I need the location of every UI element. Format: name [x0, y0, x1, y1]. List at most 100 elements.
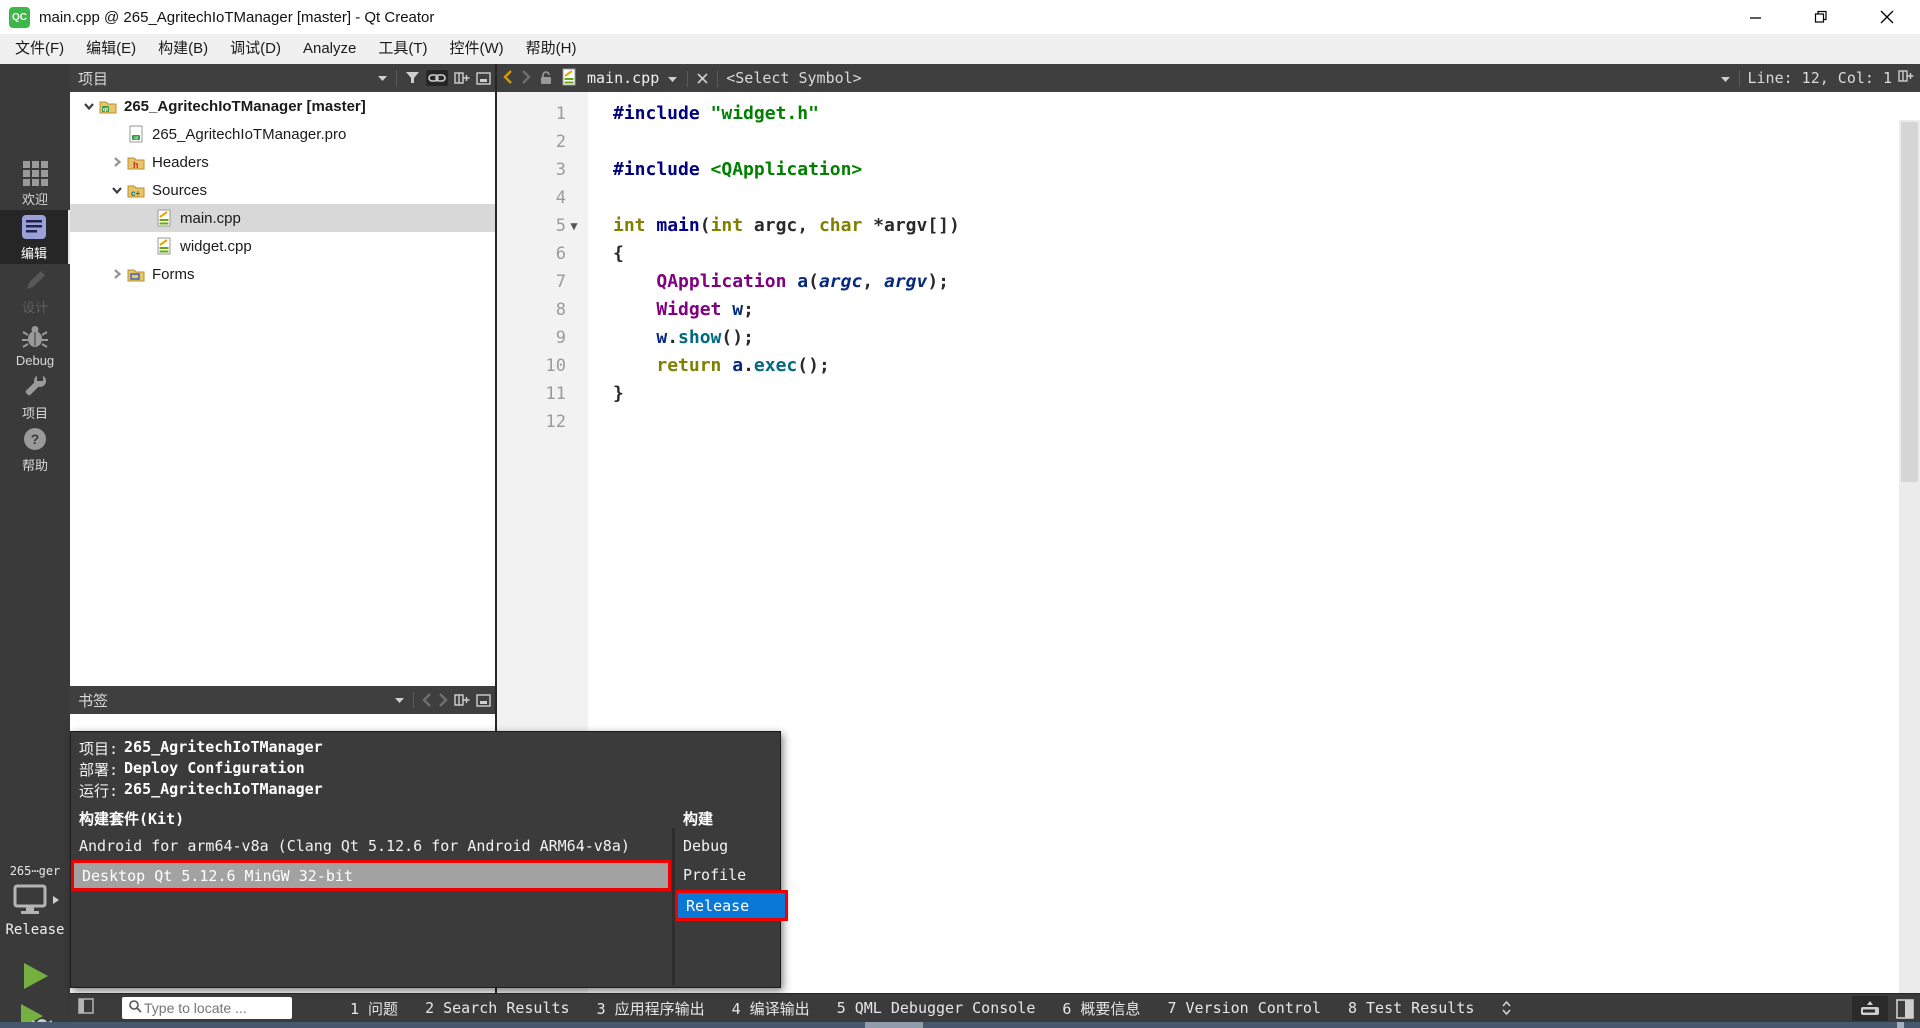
kit-option[interactable]: Android for arm64-v8a (Clang Qt 5.12.6 f…: [71, 832, 671, 859]
split-add-icon[interactable]: [1898, 69, 1914, 83]
restore-button[interactable]: [1788, 0, 1854, 34]
menu-item[interactable]: 帮助(H): [515, 34, 588, 64]
tree-item-label: Sources: [152, 181, 208, 199]
collapse-pane-icon[interactable]: [476, 71, 491, 85]
build-config-option[interactable]: Profile: [675, 860, 782, 889]
code-area[interactable]: #include "widget.h" #include <QApplicatio…: [588, 92, 1920, 993]
line-number: 4: [555, 188, 566, 208]
mode-button-projects[interactable]: 项目: [0, 370, 70, 424]
tree-item[interactable]: qt 265_AgritechIoTManager.pro: [70, 120, 495, 148]
symbol-selector[interactable]: <Select Symbol>: [726, 69, 861, 87]
tree-item-label: Headers: [152, 153, 209, 171]
minimize-button[interactable]: [1722, 0, 1788, 34]
filter-icon[interactable]: [405, 71, 420, 85]
output-panel-button[interactable]: 1 问题: [350, 998, 398, 1019]
up-down-chevrons-icon[interactable]: [1501, 1000, 1512, 1016]
output-panel-button[interactable]: 8 Test Results: [1348, 999, 1474, 1017]
tree-item[interactable]: qt 265_AgritechIoTManager [master]: [70, 92, 495, 120]
menu-item[interactable]: Analyze: [292, 34, 367, 64]
tree-item[interactable]: main.cpp: [70, 204, 495, 232]
collapse-pane-icon[interactable]: [476, 693, 491, 707]
popup-info-value: Deploy Configuration: [124, 759, 305, 777]
tree-item[interactable]: h Headers: [70, 148, 495, 176]
code-line: }: [613, 383, 624, 404]
taskbar-segment: [865, 1022, 923, 1028]
menu-item[interactable]: 工具(T): [367, 34, 438, 64]
menu-item[interactable]: 调试(D): [219, 34, 292, 64]
fold-marker-icon[interactable]: ▼: [566, 219, 582, 233]
app-logo-icon: QC: [9, 6, 30, 28]
code-line: int main(int argc, char *argv[]): [613, 215, 960, 236]
locator-input[interactable]: [142, 999, 276, 1017]
popup-info-value: 265_AgritechIoTManager: [124, 738, 323, 756]
open-file-name[interactable]: main.cpp: [587, 69, 659, 87]
menu-item[interactable]: 编辑(E): [75, 34, 147, 64]
editor-scrollbar[interactable]: [1899, 120, 1920, 1021]
close-x-icon[interactable]: [697, 73, 708, 84]
kit-selector-button[interactable]: [12, 882, 60, 918]
mode-label: 编辑: [20, 245, 47, 261]
dropdown-arrow-icon[interactable]: [377, 74, 388, 82]
build-config-option[interactable]: Debug: [675, 832, 782, 859]
tree-chevron-icon[interactable]: [108, 268, 126, 280]
mode-sidebar: 欢迎 编辑 设计 Debug 项目 ? 帮助 265⋯ger Release: [0, 64, 70, 1028]
kit-selector-project-short: 265⋯ger: [9, 864, 61, 878]
tree-item-label: 265_AgritechIoTManager.pro: [152, 125, 347, 143]
qt-project-icon: qt: [98, 98, 118, 114]
split-add-icon[interactable]: [454, 693, 470, 707]
sidebar-toggle-icon[interactable]: [78, 998, 94, 1014]
split-add-icon[interactable]: [454, 71, 470, 85]
popup-info-row: 项目: 265_AgritechIoTManager: [79, 738, 323, 759]
project-pane-header: 项目: [70, 64, 495, 92]
mode-label: 设计: [21, 299, 48, 315]
panel-toggle-icon[interactable]: [1896, 998, 1914, 1019]
unlocked-padlock-icon[interactable]: [539, 70, 553, 85]
close-button[interactable]: [1854, 0, 1920, 34]
forward-chevron-gray-icon[interactable]: [438, 693, 448, 707]
project-pane-title: 项目: [78, 70, 109, 88]
dropdown-arrow-icon[interactable]: [1720, 75, 1731, 83]
dropdown-arrow-icon[interactable]: [394, 696, 405, 704]
output-panel-button[interactable]: 7 Version Control: [1167, 999, 1321, 1017]
menu-item[interactable]: 构建(B): [147, 34, 219, 64]
tree-item[interactable]: c+ Sources: [70, 176, 495, 204]
svg-text:?: ?: [31, 431, 40, 447]
back-chevron-gray-icon[interactable]: [422, 693, 432, 707]
output-panel-button[interactable]: 5 QML Debugger Console: [837, 999, 1036, 1017]
output-pane-toggle[interactable]: [1852, 996, 1888, 1021]
back-chevron-icon[interactable]: [503, 70, 513, 84]
link-icon[interactable]: [428, 72, 446, 84]
output-panel-button[interactable]: 6 概要信息: [1062, 998, 1140, 1019]
tree-item[interactable]: widget.cpp: [70, 232, 495, 260]
locator[interactable]: [122, 997, 292, 1019]
scrollbar-thumb[interactable]: [1901, 122, 1918, 482]
dropdown-arrow-icon[interactable]: [667, 75, 678, 83]
search-icon: [128, 999, 142, 1013]
run-button[interactable]: [0, 957, 70, 995]
forward-chevron-icon[interactable]: [521, 70, 531, 84]
kit-option[interactable]: Desktop Qt 5.12.6 MinGW 32-bit: [71, 860, 671, 891]
mode-button-edit[interactable]: 编辑: [0, 210, 70, 264]
output-panel-button[interactable]: 4 编译输出: [732, 998, 810, 1019]
popup-info-label: 部署:: [79, 761, 119, 779]
output-panel-button[interactable]: 2 Search Results: [425, 999, 570, 1017]
tree-chevron-icon[interactable]: [108, 184, 126, 196]
mode-button-debug[interactable]: Debug: [0, 318, 70, 372]
project-tree: qt 265_AgritechIoTManager [master] qt 26…: [70, 92, 495, 686]
output-panel-button[interactable]: 3 应用程序输出: [597, 998, 705, 1019]
build-config-option[interactable]: Release: [675, 890, 788, 921]
pro-file-icon: qt: [126, 125, 146, 143]
menu-item[interactable]: 控件(W): [439, 34, 515, 64]
monitor-icon: [12, 884, 52, 916]
tree-chevron-icon[interactable]: [80, 100, 98, 112]
mode-button-help[interactable]: ? 帮助: [0, 422, 70, 476]
tree-item[interactable]: Forms: [70, 260, 495, 288]
line-number: 6: [555, 244, 566, 264]
tree-chevron-icon[interactable]: [108, 156, 126, 168]
tree-item-label: main.cpp: [180, 209, 241, 227]
popup-info-value: 265_AgritechIoTManager: [124, 780, 323, 798]
menu-item[interactable]: 文件(F): [4, 34, 75, 64]
line-number: 12: [545, 412, 566, 432]
forms-folder-icon: [126, 266, 146, 282]
mode-button-welcome[interactable]: 欢迎: [0, 156, 70, 210]
